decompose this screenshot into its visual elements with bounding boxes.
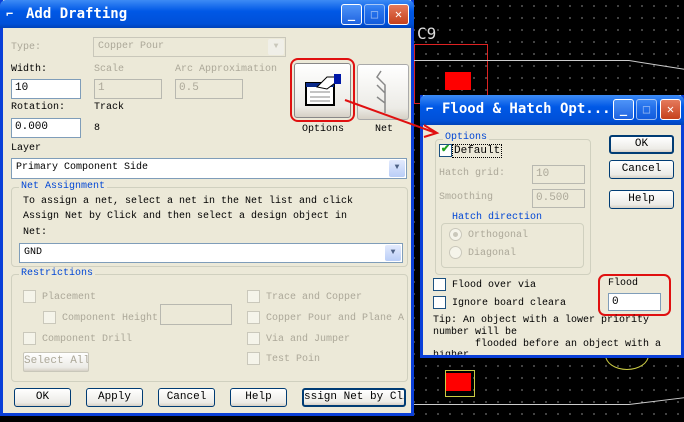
annotation-arrow bbox=[344, 99, 440, 138]
